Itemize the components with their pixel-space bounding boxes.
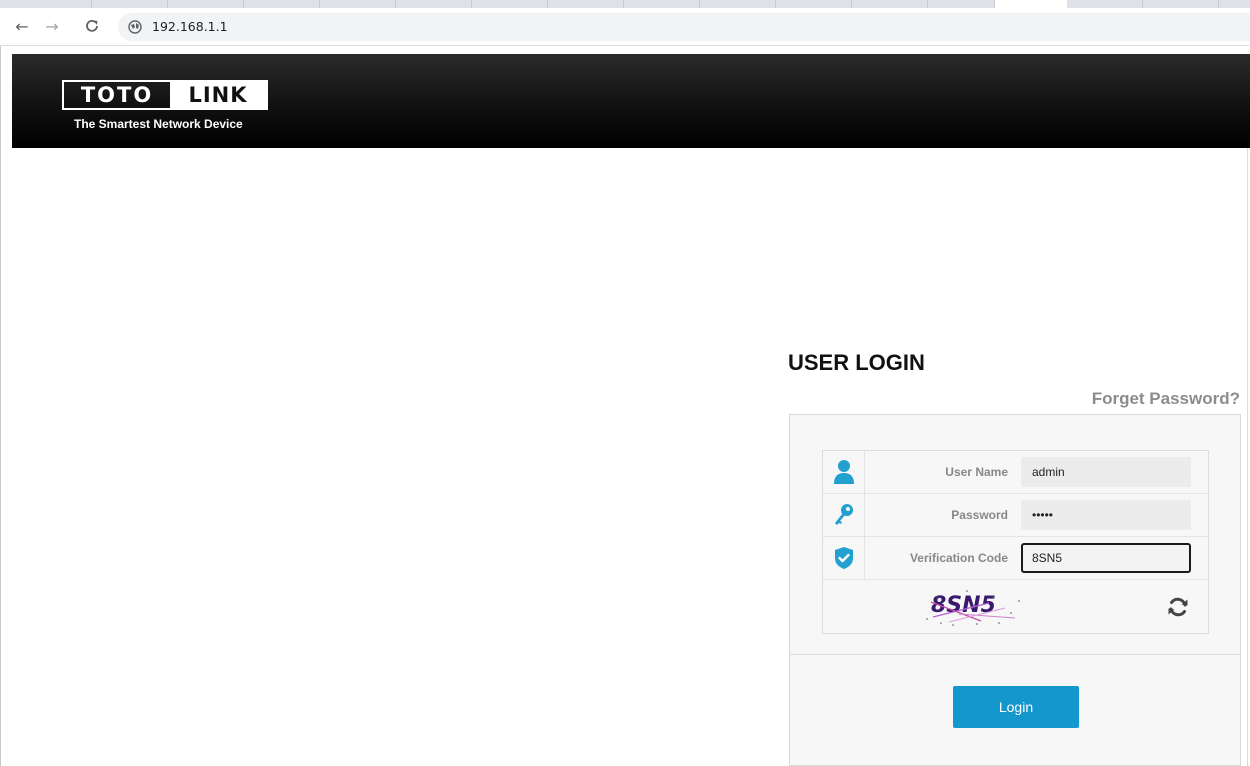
browser-tab[interactable] (244, 0, 320, 8)
browser-tab[interactable] (852, 0, 928, 8)
password-label: Password (951, 508, 1008, 522)
page-border (0, 46, 1, 766)
logo-text-link: LINK (170, 82, 266, 108)
address-bar[interactable]: 192.168.1.1 (118, 13, 1250, 41)
brand-tagline: The Smartest Network Device (74, 117, 243, 131)
password-input[interactable] (1021, 500, 1191, 530)
browser-toolbar: ← → 192.168.1.1 (0, 8, 1250, 46)
reload-icon[interactable] (82, 16, 102, 36)
browser-tab[interactable] (776, 0, 852, 8)
password-row: Password (823, 494, 1208, 537)
active-tab[interactable] (995, 0, 1067, 8)
browser-tab[interactable] (928, 0, 995, 8)
refresh-captcha-icon[interactable] (1167, 596, 1189, 618)
browser-tab[interactable] (396, 0, 472, 8)
verification-label: Verification Code (909, 551, 1008, 565)
forward-arrow-icon[interactable]: → (42, 17, 62, 37)
browser-tab[interactable] (1143, 0, 1219, 8)
browser-tab[interactable] (0, 0, 92, 8)
site-info-icon[interactable] (128, 20, 142, 34)
login-button[interactable]: Login (953, 686, 1079, 728)
browser-tab[interactable] (168, 0, 244, 8)
login-panel: User Name Password Verification Cod (789, 414, 1241, 766)
browser-tab[interactable] (92, 0, 168, 8)
browser-tab[interactable] (320, 0, 396, 8)
back-arrow-icon[interactable]: ← (12, 17, 32, 37)
key-icon (823, 494, 865, 536)
browser-tab[interactable] (472, 0, 548, 8)
verification-row: Verification Code (823, 537, 1208, 580)
shield-check-icon (823, 537, 865, 579)
panel-divider (790, 654, 1240, 655)
page-header: TOTO LINK The Smartest Network Device (12, 54, 1250, 148)
browser-tab[interactable] (700, 0, 776, 8)
login-title: USER LOGIN (788, 350, 925, 375)
user-icon (823, 451, 865, 493)
captcha-image: 8SN5 (926, 590, 1020, 626)
logo-text-toto: TOTO (80, 83, 154, 107)
totolink-logo: TOTO LINK (62, 80, 268, 110)
forget-password-link[interactable]: Forget Password? (1092, 389, 1240, 409)
login-form: User Name Password Verification Cod (822, 450, 1209, 634)
username-input[interactable] (1021, 457, 1191, 487)
browser-tab[interactable] (1067, 0, 1143, 8)
captcha-row: 8SN5 (823, 580, 1208, 633)
url-text: 192.168.1.1 (152, 19, 228, 34)
browser-tab[interactable] (548, 0, 624, 8)
browser-tab[interactable] (624, 0, 700, 8)
username-row: User Name (823, 451, 1208, 494)
verification-code-input[interactable] (1021, 543, 1191, 573)
page-border (1247, 148, 1248, 766)
username-label: User Name (945, 465, 1008, 479)
browser-tabstrip (0, 0, 1250, 8)
